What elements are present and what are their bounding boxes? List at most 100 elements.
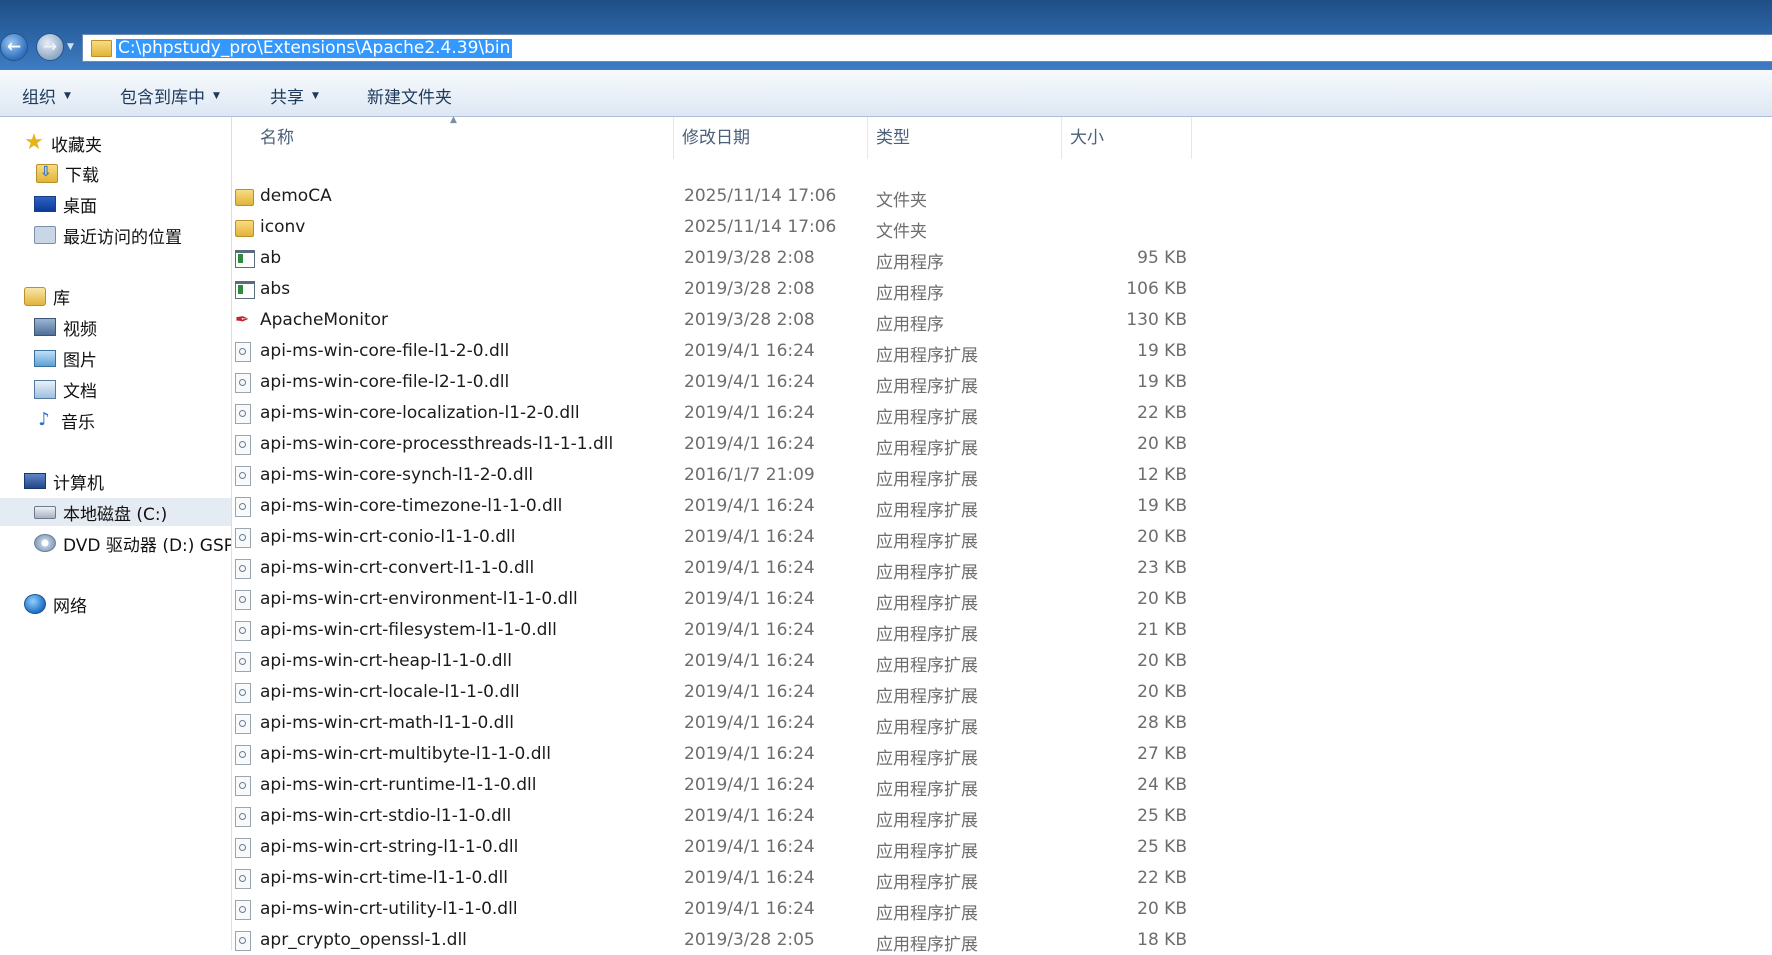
file-row[interactable]: api-ms-win-crt-environment-l1-1-0.dll 201… <box>232 586 1332 614</box>
file-row[interactable]: api-ms-win-core-timezone-l1-1-0.dll 2019/… <box>232 493 1332 521</box>
dll-icon <box>235 342 251 362</box>
file-row[interactable]: api-ms-win-core-synch-l1-2-0.dll 2016/1/7… <box>232 462 1332 490</box>
file-type: 应用程序扩展 <box>876 501 978 521</box>
include-in-library-menu[interactable]: 包含到库中 ▼ <box>120 83 220 108</box>
dll-icon <box>235 652 251 672</box>
file-row[interactable]: iconv 2025/11/14 17:06 文件夹 <box>232 214 1332 242</box>
file-type: 应用程序扩展 <box>876 718 978 738</box>
file-row[interactable]: api-ms-win-crt-utility-l1-1-0.dll 2019/4/… <box>232 896 1332 924</box>
nav-dvd-drive[interactable]: DVD 驱动器 (D:) GSP <box>34 529 231 557</box>
nav-music[interactable]: ♪ 音乐 <box>34 406 95 434</box>
column-header-date-modified[interactable]: 修改日期 <box>674 117 868 159</box>
video-library-icon <box>34 318 56 336</box>
nav-videos-label: 视频 <box>63 319 97 340</box>
file-date-modified: 2019/4/1 16:24 <box>684 403 815 423</box>
nav-favorites[interactable]: ★ 收藏夹 <box>24 129 102 157</box>
file-row[interactable]: api-ms-win-crt-locale-l1-1-0.dll 2019/4/1… <box>232 679 1332 707</box>
file-size: 20 KB <box>1137 682 1187 702</box>
file-date-modified: 2019/3/28 2:05 <box>684 930 815 950</box>
navigation-pane: ★ 收藏夹 下载 桌面 最近访问的位置 库 视频 图片 文档 ♪ 音乐 计算机 … <box>0 117 232 950</box>
back-button[interactable]: ← <box>0 33 28 61</box>
nav-computer[interactable]: 计算机 <box>24 467 104 495</box>
file-size: 27 KB <box>1137 744 1187 764</box>
nav-pictures[interactable]: 图片 <box>34 344 97 372</box>
forward-button[interactable]: → <box>36 33 64 61</box>
file-type: 应用程序扩展 <box>876 873 978 893</box>
dll-icon <box>235 838 251 858</box>
file-row[interactable]: api-ms-win-crt-convert-l1-1-0.dll 2019/4/… <box>232 555 1332 583</box>
file-date-modified: 2019/4/1 16:24 <box>684 620 815 640</box>
new-folder-button[interactable]: 新建文件夹 <box>367 83 452 108</box>
file-type: 应用程序 <box>876 253 944 273</box>
include-in-library-label: 包含到库中 <box>120 88 205 108</box>
file-row[interactable]: api-ms-win-crt-heap-l1-1-0.dll 2019/4/1 1… <box>232 648 1332 676</box>
file-row[interactable]: ✒ ApacheMonitor 2019/3/28 2:08 应用程序 130 KB <box>232 307 1332 335</box>
hard-drive-icon <box>34 505 56 519</box>
file-date-modified: 2016/1/7 21:09 <box>684 465 815 485</box>
file-name: api-ms-win-crt-stdio-l1-1-0.dll <box>260 806 512 826</box>
file-date-modified: 2019/4/1 16:24 <box>684 682 815 702</box>
file-row[interactable]: abs 2019/3/28 2:08 应用程序 106 KB <box>232 276 1332 304</box>
computer-icon <box>24 473 46 489</box>
nav-desktop[interactable]: 桌面 <box>34 190 97 218</box>
file-name: abs <box>260 279 291 299</box>
file-row[interactable]: api-ms-win-core-processthreads-l1-1-1.dl… <box>232 431 1332 459</box>
share-menu[interactable]: 共享 ▼ <box>270 83 319 108</box>
nav-pictures-label: 图片 <box>63 350 97 371</box>
column-date-label: 修改日期 <box>682 128 750 148</box>
file-name: api-ms-win-crt-convert-l1-1-0.dll <box>260 558 535 578</box>
file-name: api-ms-win-crt-multibyte-l1-1-0.dll <box>260 744 551 764</box>
file-name: api-ms-win-crt-math-l1-1-0.dll <box>260 713 514 733</box>
file-row[interactable]: api-ms-win-core-file-l2-1-0.dll 2019/4/1 … <box>232 369 1332 397</box>
nav-recent-places[interactable]: 最近访问的位置 <box>34 221 182 249</box>
nav-desktop-label: 桌面 <box>63 196 97 217</box>
file-name: demoCA <box>260 186 332 206</box>
nav-documents[interactable]: 文档 <box>34 375 97 403</box>
arrow-left-icon: ← <box>6 37 22 57</box>
file-size: 20 KB <box>1137 434 1187 454</box>
file-name: api-ms-win-core-file-l2-1-0.dll <box>260 372 510 392</box>
dll-icon <box>235 621 251 641</box>
file-row[interactable]: api-ms-win-crt-time-l1-1-0.dll 2019/4/1 1… <box>232 865 1332 893</box>
library-icon <box>24 286 46 306</box>
file-row[interactable]: api-ms-win-crt-string-l1-1-0.dll 2019/4/1… <box>232 834 1332 862</box>
file-row[interactable]: demoCA 2025/11/14 17:06 文件夹 <box>232 183 1332 211</box>
nav-libraries-label: 库 <box>53 288 70 309</box>
address-bar[interactable]: C:\phpstudy_pro\Extensions\Apache2.4.39\… <box>82 34 1772 62</box>
file-date-modified: 2019/4/1 16:24 <box>684 651 815 671</box>
file-row[interactable]: api-ms-win-crt-conio-l1-1-0.dll 2019/4/1 … <box>232 524 1332 552</box>
file-row[interactable]: api-ms-win-crt-math-l1-1-0.dll 2019/4/1 1… <box>232 710 1332 738</box>
file-type: 应用程序扩展 <box>876 625 978 645</box>
column-header-type[interactable]: 类型 <box>868 117 1062 159</box>
dll-icon <box>235 373 251 393</box>
pictures-library-icon <box>34 349 56 367</box>
file-size: 19 KB <box>1137 372 1187 392</box>
file-date-modified: 2019/4/1 16:24 <box>684 589 815 609</box>
file-size: 130 KB <box>1126 310 1187 330</box>
file-row[interactable]: api-ms-win-crt-filesystem-l1-1-0.dll 2019… <box>232 617 1332 645</box>
column-header-name[interactable]: 名称 <box>232 117 674 159</box>
share-label: 共享 <box>270 88 304 108</box>
file-date-modified: 2019/4/1 16:24 <box>684 837 815 857</box>
nav-local-disk[interactable]: 本地磁盘 (C:) <box>0 498 231 526</box>
file-row[interactable]: api-ms-win-crt-stdio-l1-1-0.dll 2019/4/1 … <box>232 803 1332 831</box>
address-path[interactable]: C:\phpstudy_pro\Extensions\Apache2.4.39\… <box>116 39 513 58</box>
file-row[interactable]: api-ms-win-core-localization-l1-2-0.dll 2… <box>232 400 1332 428</box>
file-date-modified: 2019/3/28 2:08 <box>684 310 815 330</box>
file-row[interactable]: api-ms-win-core-file-l1-2-0.dll 2019/4/1 … <box>232 338 1332 366</box>
file-date-modified: 2019/4/1 16:24 <box>684 899 815 919</box>
nav-network[interactable]: 网络 <box>24 590 87 618</box>
nav-documents-label: 文档 <box>63 381 97 402</box>
file-row[interactable]: api-ms-win-crt-multibyte-l1-1-0.dll 2019/… <box>232 741 1332 769</box>
organize-menu[interactable]: 组织 ▼ <box>22 83 71 108</box>
network-globe-icon <box>24 594 46 614</box>
nav-videos[interactable]: 视频 <box>34 313 97 341</box>
file-row[interactable]: api-ms-win-crt-runtime-l1-1-0.dll 2019/4/… <box>232 772 1332 800</box>
nav-libraries[interactable]: 库 <box>24 282 70 310</box>
file-name: api-ms-win-crt-locale-l1-1-0.dll <box>260 682 520 702</box>
file-row[interactable]: ab 2019/3/28 2:08 应用程序 95 KB <box>232 245 1332 273</box>
file-date-modified: 2019/4/1 16:24 <box>684 372 815 392</box>
nav-downloads[interactable]: 下载 <box>36 159 99 187</box>
recent-pages-dropdown[interactable]: ▼ <box>67 42 74 52</box>
column-header-size[interactable]: 大小 <box>1062 117 1192 159</box>
